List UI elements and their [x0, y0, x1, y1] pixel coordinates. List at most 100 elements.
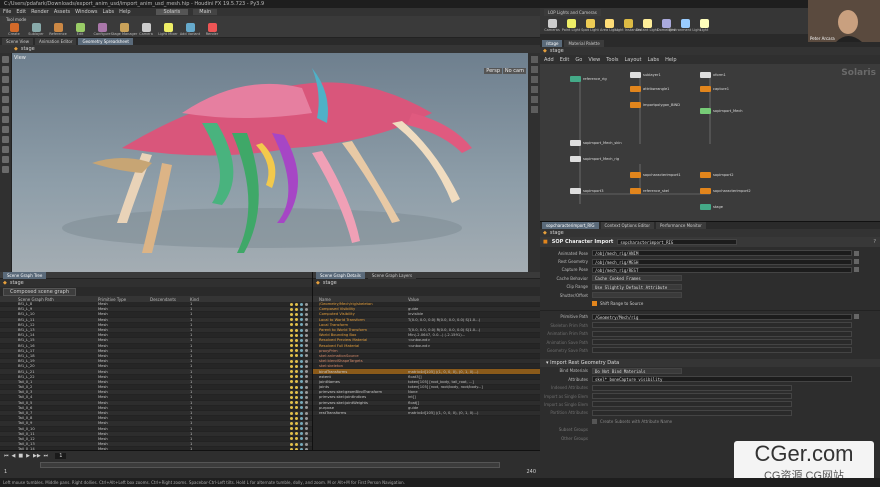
- visibility-toggle-icon[interactable]: [295, 302, 298, 306]
- row-flags[interactable]: [290, 442, 312, 446]
- visibility-toggle-icon[interactable]: [300, 427, 303, 431]
- visibility-toggle-icon[interactable]: [290, 349, 293, 353]
- main-select[interactable]: Main: [193, 9, 218, 15]
- tab-param-node[interactable]: sopcharacterimport_RIG: [542, 222, 599, 229]
- snap-tool-icon[interactable]: [2, 126, 9, 133]
- row-flags[interactable]: [290, 302, 312, 306]
- visibility-toggle-icon[interactable]: [295, 328, 298, 332]
- visibility-toggle-icon[interactable]: [305, 359, 308, 363]
- visibility-toggle-icon[interactable]: [295, 307, 298, 311]
- param-field[interactable]: Use Slightly Default Attribute: [592, 283, 682, 290]
- visibility-toggle-icon[interactable]: [295, 411, 298, 415]
- shelf-tool-environment-light[interactable]: Environment Light: [669, 15, 701, 35]
- visibility-toggle-icon[interactable]: [300, 375, 303, 379]
- param-field[interactable]: [592, 292, 682, 299]
- visibility-toggle-icon[interactable]: [305, 380, 308, 384]
- visibility-toggle-icon[interactable]: [300, 401, 303, 405]
- visibility-toggle-icon[interactable]: [295, 416, 298, 420]
- tab-lop-lights[interactable]: LOP Lights and Cameras: [544, 9, 601, 16]
- row-flags[interactable]: [290, 370, 312, 374]
- visibility-toggle-icon[interactable]: [305, 401, 308, 405]
- col-type[interactable]: Primitive Type: [98, 297, 150, 302]
- visibility-toggle-icon[interactable]: [305, 411, 308, 415]
- end-frame[interactable]: 240: [526, 469, 540, 475]
- visibility-toggle-icon[interactable]: [290, 437, 293, 441]
- row-flags[interactable]: [290, 421, 312, 425]
- tab-performance-monitor[interactable]: Performance Monitor: [655, 222, 706, 229]
- visibility-toggle-icon[interactable]: [295, 312, 298, 316]
- row-flags[interactable]: [290, 380, 312, 384]
- select-tool-icon[interactable]: [2, 56, 9, 63]
- bind-materials-select[interactable]: Do Not Bind Materials: [592, 367, 682, 374]
- visibility-toggle-icon[interactable]: [290, 442, 293, 446]
- node-stage[interactable]: stage: [700, 204, 723, 210]
- visibility-toggle-icon[interactable]: [290, 370, 293, 374]
- visibility-toggle-icon[interactable]: [300, 390, 303, 394]
- visibility-toggle-icon[interactable]: [305, 390, 308, 394]
- shelf-tool-light-mixer[interactable]: Light Mixer: [158, 20, 178, 40]
- visibility-toggle-icon[interactable]: [300, 416, 303, 420]
- net-menu-help[interactable]: Help: [665, 57, 676, 63]
- visibility-toggle-icon[interactable]: [305, 312, 308, 316]
- shelf-tool-camera[interactable]: Camera: [138, 20, 154, 40]
- visibility-toggle-icon[interactable]: [290, 344, 293, 348]
- scale-tool-icon[interactable]: [2, 86, 9, 93]
- visibility-toggle-icon[interactable]: [305, 333, 308, 337]
- menu-labs[interactable]: Labs: [102, 9, 114, 15]
- tab-material-palette[interactable]: Material Palette: [564, 40, 604, 47]
- menu-render[interactable]: Render: [31, 9, 49, 15]
- visibility-toggle-icon[interactable]: [300, 333, 303, 337]
- visibility-toggle-icon[interactable]: [295, 344, 298, 348]
- visibility-toggle-icon[interactable]: [295, 323, 298, 327]
- current-frame-field[interactable]: 1: [55, 452, 67, 459]
- menu-windows[interactable]: Windows: [75, 9, 97, 15]
- shift-range-checkbox[interactable]: [592, 301, 597, 307]
- first-frame-icon[interactable]: ⏮: [4, 453, 9, 459]
- param-field[interactable]: /obj/mech_rig/MESH: [592, 258, 852, 265]
- shelf-tool-render[interactable]: Render: [204, 20, 220, 40]
- visibility-toggle-icon[interactable]: [295, 364, 298, 368]
- stop-icon[interactable]: ■: [18, 453, 23, 459]
- scene-graph-path[interactable]: stage: [10, 280, 24, 286]
- net-menu-add[interactable]: Add: [544, 57, 554, 63]
- row-flags[interactable]: [290, 437, 312, 441]
- row-flags[interactable]: [290, 385, 312, 389]
- visibility-toggle-icon[interactable]: [290, 395, 293, 399]
- visibility-toggle-icon[interactable]: [290, 432, 293, 436]
- visibility-toggle-icon[interactable]: [305, 302, 308, 306]
- tab-scene-graph-tree[interactable]: Scene Graph Tree: [3, 271, 47, 279]
- move-tool-icon[interactable]: [2, 66, 9, 73]
- menu-edit[interactable]: Edit: [16, 9, 26, 15]
- shelf-tool-add-variant[interactable]: Add Variant: [180, 20, 200, 40]
- node-capture1[interactable]: capture1: [700, 86, 729, 92]
- tab-stage-network[interactable]: /stage: [542, 40, 563, 47]
- node-sopimport2[interactable]: sopimport2: [700, 172, 734, 178]
- visibility-toggle-icon[interactable]: [290, 406, 293, 410]
- desktop-select[interactable]: Solaris: [155, 9, 189, 15]
- visibility-toggle-icon[interactable]: [290, 416, 293, 420]
- visibility-toggle-icon[interactable]: [290, 421, 293, 425]
- lights-icon[interactable]: [530, 76, 538, 83]
- row-flags[interactable]: [290, 318, 312, 322]
- visibility-toggle-icon[interactable]: [295, 359, 298, 363]
- visibility-toggle-icon[interactable]: [295, 318, 298, 322]
- visibility-toggle-icon[interactable]: [290, 385, 293, 389]
- light-tool-icon[interactable]: [2, 156, 9, 163]
- prev-frame-icon[interactable]: ◀: [12, 453, 16, 459]
- rotate-tool-icon[interactable]: [2, 76, 9, 83]
- node-picker-icon[interactable]: [854, 250, 859, 256]
- handle-tool-icon[interactable]: [2, 106, 9, 113]
- section-import-rest[interactable]: ▾ Import Rest Geometry Data: [540, 358, 880, 367]
- node-name-field[interactable]: sopcharacterimport_RIG: [617, 239, 738, 245]
- col-kind[interactable]: Kind: [190, 297, 220, 302]
- visibility-toggle-icon[interactable]: [305, 442, 308, 446]
- node-reference-skel[interactable]: reference_skel: [630, 188, 669, 194]
- visibility-toggle-icon[interactable]: [305, 370, 308, 374]
- row-flags[interactable]: [290, 344, 312, 348]
- visibility-toggle-icon[interactable]: [305, 406, 308, 410]
- visibility-toggle-icon[interactable]: [295, 375, 298, 379]
- details-path[interactable]: stage: [323, 280, 337, 286]
- shelf-tool-edit[interactable]: Edit: [72, 20, 88, 40]
- row-flags[interactable]: [290, 364, 312, 368]
- visibility-toggle-icon[interactable]: [300, 370, 303, 374]
